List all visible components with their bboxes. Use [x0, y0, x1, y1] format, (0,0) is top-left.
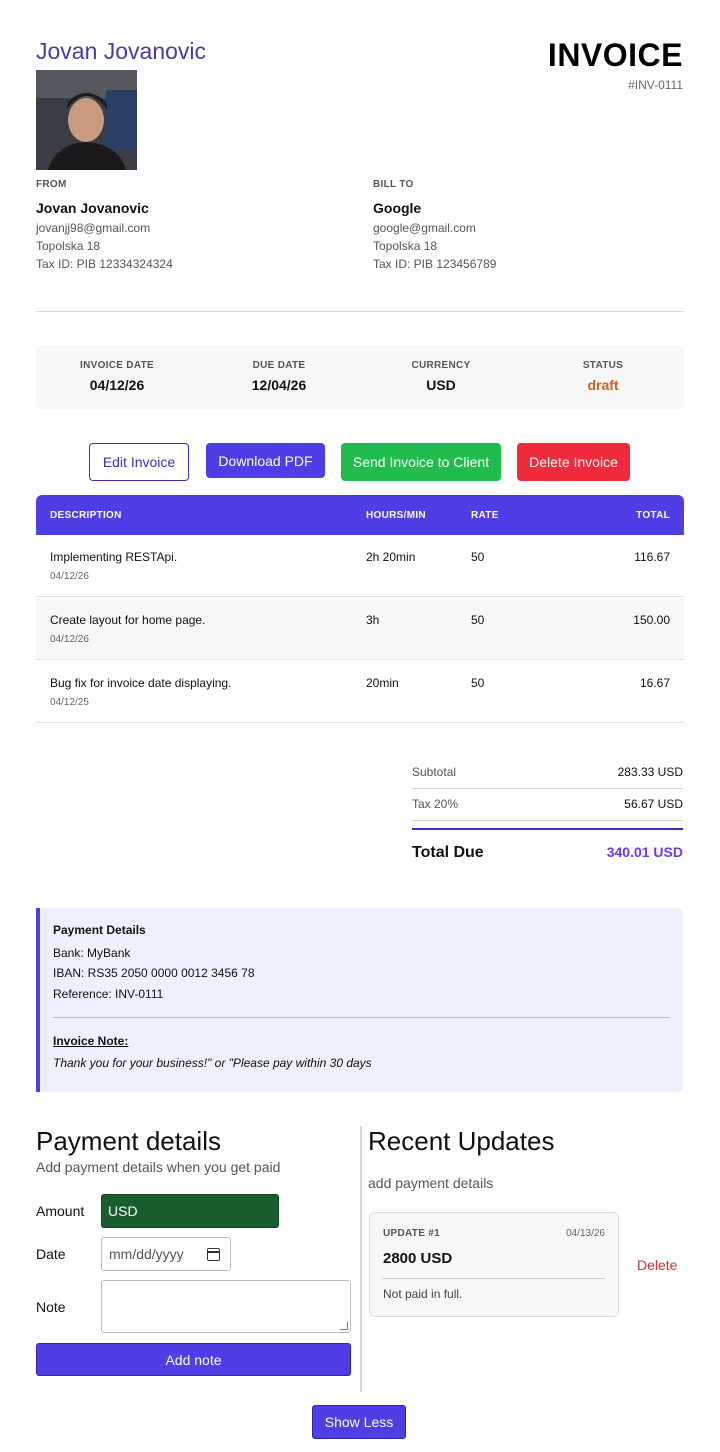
- table-header: DESCRIPTION HOURS/MIN RATE TOTAL: [36, 495, 684, 535]
- row-description: Implementing RESTApi.: [50, 550, 178, 564]
- totals-section: Subtotal 283.33 USD Tax 20% 56.67 USD To…: [412, 757, 683, 864]
- resize-handle-icon[interactable]: [340, 1322, 348, 1330]
- reference: Reference: INV-0111: [53, 987, 164, 1001]
- meta-invoice-date: INVOICE DATE 04/12/26: [36, 345, 198, 409]
- delete-invoice-button[interactable]: Delete Invoice: [517, 443, 630, 481]
- total-due-label: Total Due: [412, 844, 484, 861]
- column-divider: [360, 1126, 362, 1392]
- column-rate: RATE: [471, 510, 499, 521]
- update-amount: 2800 USD: [383, 1250, 453, 1267]
- status-badge: draft: [587, 377, 619, 393]
- invoice-meta: INVOICE DATE 04/12/26 DUE DATE 12/04/26 …: [36, 345, 684, 409]
- bill-to-section: BILL TO Google google@gmail.com Topolska…: [373, 179, 673, 270]
- sender-name: Jovan Jovanovic: [36, 38, 207, 64]
- from-label: FROM: [36, 179, 67, 190]
- note-textarea[interactable]: [101, 1280, 351, 1333]
- recent-updates-subtitle: add payment details: [368, 1175, 494, 1191]
- bill-to-label: BILL TO: [373, 179, 414, 190]
- date-label: Date: [36, 1246, 66, 1262]
- from-tax-id: Tax ID: PIB 12334324324: [36, 257, 173, 271]
- column-description: DESCRIPTION: [50, 510, 122, 521]
- update-label: UPDATE #1: [383, 1228, 440, 1239]
- row-total: 150.00: [633, 613, 670, 627]
- update-message: Not paid in full.: [383, 1287, 463, 1301]
- send-invoice-button[interactable]: Send Invoice to Client: [341, 443, 501, 481]
- row-date: 04/12/25: [50, 697, 89, 708]
- meta-value: 12/04/26: [251, 377, 307, 393]
- payment-info-divider: [53, 1017, 670, 1018]
- bill-to-address: Topolska 18: [373, 239, 438, 253]
- row-date: 04/12/26: [50, 634, 89, 645]
- tax-label: Tax 20%: [412, 797, 459, 811]
- header-divider: [36, 311, 684, 312]
- edit-invoice-button[interactable]: Edit Invoice: [89, 443, 189, 481]
- meta-value: USD: [426, 377, 456, 393]
- payment-form-subtitle: Add payment details when you get paid: [36, 1159, 281, 1175]
- tax-row: Tax 20% 56.67 USD: [412, 789, 683, 821]
- invoice-note-body: Thank you for your business!" or "Please…: [53, 1056, 372, 1070]
- bill-to-name: Google: [373, 200, 422, 216]
- meta-value: 04/12/26: [89, 377, 145, 393]
- row-rate: 50: [471, 550, 485, 564]
- avatar: [36, 70, 137, 170]
- note-label: Note: [36, 1299, 66, 1315]
- meta-label: CURRENCY: [411, 360, 471, 371]
- from-address: Topolska 18: [36, 239, 101, 253]
- row-hours: 20min: [366, 676, 399, 690]
- payment-form-title: Payment details: [36, 1126, 221, 1156]
- meta-label: STATUS: [582, 360, 624, 371]
- subtotal-label: Subtotal: [412, 765, 457, 779]
- invoice-note-title: Invoice Note:: [53, 1034, 129, 1048]
- add-note-button[interactable]: Add note: [36, 1343, 351, 1376]
- bill-to-email: google@gmail.com: [373, 221, 476, 235]
- subtotal-value: 283.33 USD: [617, 765, 683, 779]
- from-email: jovanjj98@gmail.com: [36, 221, 151, 235]
- amount-value: USD: [108, 1203, 138, 1219]
- row-total: 116.67: [634, 550, 670, 564]
- amount-label: Amount: [36, 1203, 85, 1219]
- meta-currency: CURRENCY USD: [360, 345, 522, 409]
- delete-update-link[interactable]: Delete: [637, 1257, 677, 1273]
- payment-info-title: Payment Details: [53, 923, 146, 937]
- tax-value: 56.67 USD: [624, 797, 683, 811]
- date-input[interactable]: mm/dd/yyyy: [101, 1237, 231, 1271]
- row-total: 16.67: [639, 676, 670, 690]
- update-divider: [383, 1278, 605, 1279]
- total-due-value: 340.01 USD: [606, 844, 683, 860]
- invoice-number: #INV-0111: [628, 78, 683, 92]
- row-rate: 50: [471, 613, 485, 627]
- show-less-button[interactable]: Show Less: [312, 1405, 406, 1439]
- column-total: TOTAL: [636, 510, 670, 521]
- from-section: FROM Jovan Jovanovic jovanjj98@gmail.com…: [36, 179, 336, 270]
- invoice-title: INVOICE: [547, 37, 683, 73]
- bill-to-tax-id: Tax ID: PIB 123456789: [373, 257, 497, 271]
- row-hours: 2h 20min: [366, 550, 416, 564]
- row-description: Create layout for home page.: [50, 613, 206, 627]
- meta-label: INVOICE DATE: [80, 360, 154, 371]
- update-date: 04/13/26: [566, 1228, 605, 1239]
- row-description: Bug fix for invoice date displaying.: [50, 676, 232, 690]
- table-row: Create layout for home page. 04/12/26 3h…: [36, 598, 684, 660]
- table-row: Bug fix for invoice date displaying. 04/…: [36, 661, 684, 723]
- row-hours: 3h: [366, 613, 380, 627]
- bank-name: Bank: MyBank: [53, 946, 131, 960]
- download-pdf-button[interactable]: Download PDF: [206, 443, 325, 478]
- iban: IBAN: RS35 2050 0000 0012 3456 78: [53, 966, 255, 980]
- table-row: Implementing RESTApi. 04/12/26 2h 20min …: [36, 535, 684, 597]
- recent-updates-title: Recent Updates: [368, 1126, 555, 1156]
- meta-status: STATUS draft: [522, 345, 684, 409]
- update-card: UPDATE #1 04/13/26 2800 USD Not paid in …: [369, 1212, 619, 1317]
- amount-input[interactable]: USD: [101, 1194, 279, 1228]
- row-date: 04/12/26: [50, 571, 89, 582]
- payment-info-box: Payment Details Bank: MyBank IBAN: RS35 …: [36, 908, 683, 1092]
- calendar-icon[interactable]: [207, 1248, 220, 1261]
- total-due-row: Total Due 340.01 USD: [412, 828, 683, 864]
- meta-due-date: DUE DATE 12/04/26: [198, 345, 360, 409]
- meta-label: DUE DATE: [252, 360, 306, 371]
- column-hours: HOURS/MIN: [366, 510, 426, 521]
- date-placeholder: mm/dd/yyyy: [109, 1246, 184, 1262]
- subtotal-row: Subtotal 283.33 USD: [412, 757, 683, 789]
- from-name: Jovan Jovanovic: [36, 200, 149, 216]
- row-rate: 50: [471, 676, 485, 690]
